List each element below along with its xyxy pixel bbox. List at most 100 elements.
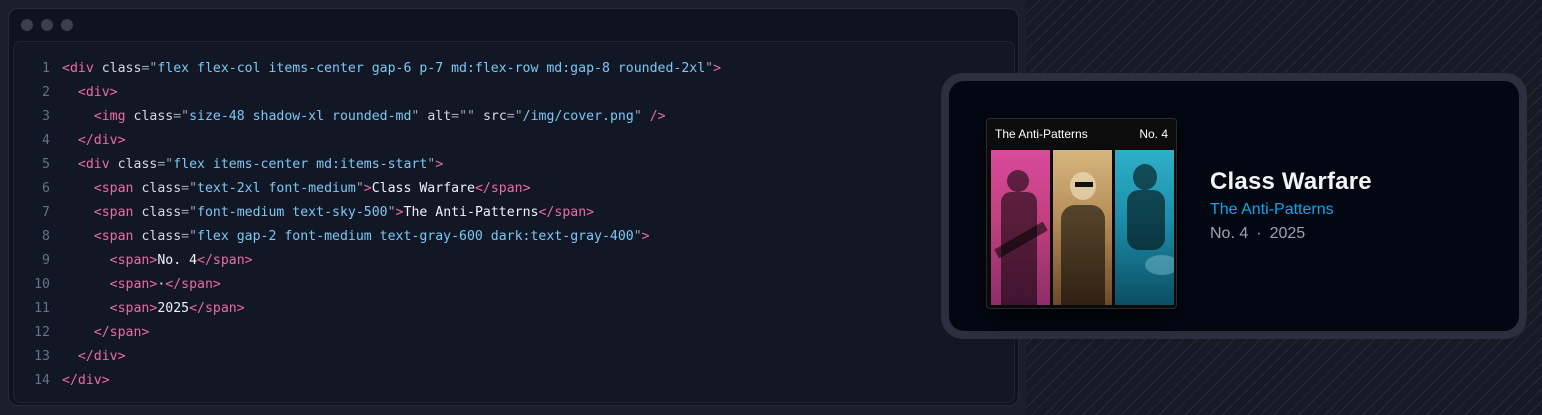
attr-name: class [141, 229, 182, 244]
cover-header: The Anti-Patterns No. 4 [987, 119, 1176, 149]
window-controls [21, 19, 73, 33]
line-number: 4 [42, 133, 50, 148]
code-content: <span>No. 4</span> [62, 249, 253, 273]
code-content: </span> [62, 321, 150, 345]
close-tag-name: span [204, 301, 237, 316]
close-tag-name: div [77, 373, 102, 388]
code-line[interactable]: 12 </span> [14, 321, 721, 345]
tag-name: div [69, 61, 94, 76]
maximize-dot-icon[interactable] [61, 19, 73, 31]
line-number: 5 [42, 157, 50, 172]
album-number: No. 4 [1210, 225, 1249, 242]
code-content: </div> [62, 345, 126, 369]
code-line[interactable]: 2 <div> [14, 81, 721, 105]
code-editor-window: 1 <div class="flex flex-col items-center … [8, 8, 1019, 406]
line-number: 8 [42, 229, 50, 244]
code-content: <span class="text-2xl font-medium">Class… [62, 177, 531, 201]
close-tag-name: div [93, 133, 118, 148]
code-content: </div> [62, 129, 126, 153]
album-artist: The Anti-Patterns [1210, 201, 1334, 218]
album-title: Class Warfare [1210, 168, 1372, 195]
line-number: 3 [42, 109, 50, 124]
code-line[interactable]: 8 <span class="flex gap-2 font-medium te… [14, 225, 721, 249]
code-content: <span class="flex gap-2 font-medium text… [62, 225, 650, 249]
attr-name: class [117, 157, 158, 172]
attr-value: size-48 shadow-xl rounded-md [189, 109, 412, 124]
attr-name: class [141, 205, 182, 220]
text-content: Class Warfare [371, 181, 475, 196]
code-line[interactable]: 6 <span class="text-2xl font-medium">Cla… [14, 177, 721, 201]
close-dot-icon[interactable] [21, 19, 33, 31]
code-content: <span>2025</span> [62, 297, 245, 321]
code-content: </div> [62, 373, 110, 388]
line-number: 13 [34, 349, 50, 364]
code-content: <span class="font-medium text-sky-500">T… [62, 201, 594, 225]
code-line[interactable]: 10 <span>·</span> [14, 273, 721, 297]
attr-value: flex flex-col items-center gap-6 p-7 md:… [157, 61, 706, 76]
line-number: 7 [42, 205, 50, 220]
tag-name: span [101, 181, 134, 196]
line-number: 9 [42, 253, 50, 268]
code-content: <div class="flex flex-col items-center g… [62, 61, 722, 76]
album-year: 2025 [1269, 225, 1306, 242]
code-line[interactable]: 5 <div class="flex items-center md:items… [14, 153, 721, 177]
code-content: <img class="size-48 shadow-xl rounded-md… [62, 105, 666, 129]
tag-name: div [85, 85, 110, 100]
attr-value: flex items-center md:items-start [173, 157, 428, 172]
close-tag-name: span [181, 277, 213, 292]
code-line[interactable]: 4 </div> [14, 129, 721, 153]
tag-name: span [117, 253, 150, 268]
cover-panel-guitarist [991, 150, 1050, 305]
line-number: 2 [42, 85, 50, 100]
code-panel[interactable]: 1 <div class="flex flex-col items-center … [13, 41, 1015, 403]
code-line[interactable]: 9 <span>No. 4</span> [14, 249, 721, 273]
line-number: 10 [34, 277, 50, 292]
code-line[interactable]: 7 <span class="font-medium text-sky-500"… [14, 201, 721, 225]
line-number: 1 [42, 61, 50, 76]
close-tag-name: span [490, 181, 523, 196]
minimize-dot-icon[interactable] [41, 19, 53, 31]
attr-value: /img/cover.png [522, 109, 634, 124]
code-block[interactable]: 1 <div class="flex flex-col items-center … [14, 57, 721, 393]
cover-band-name: The Anti-Patterns [995, 127, 1088, 141]
close-tag-name: span [109, 325, 142, 340]
tag-name: span [117, 277, 150, 292]
meta-separator: · [1256, 225, 1262, 242]
attr-name: class [141, 181, 182, 196]
line-number: 12 [34, 325, 50, 340]
album-meta: No. 4 · 2025 [1210, 223, 1372, 245]
text-content: 2025 [157, 301, 190, 316]
preview-frame: The Anti-Patterns No. 4 Class Warfare Th… [941, 73, 1527, 339]
tag-name: span [101, 205, 134, 220]
code-line[interactable]: 3 <img class="size-48 shadow-xl rounded-… [14, 105, 721, 129]
code-content: <div> [62, 81, 118, 105]
cover-panel-drummer [1115, 150, 1174, 305]
attr-name: alt [427, 109, 452, 124]
code-line[interactable]: 11 <span>2025</span> [14, 297, 721, 321]
text-content: No. 4 [157, 253, 198, 268]
preview-card: The Anti-Patterns No. 4 Class Warfare Th… [949, 81, 1519, 331]
tag-name: span [117, 301, 150, 316]
attr-value: font-medium text-sky-500 [197, 205, 388, 220]
code-line[interactable]: 14 </div> [14, 369, 721, 393]
album-cover-image: The Anti-Patterns No. 4 [986, 118, 1177, 309]
tag-name: img [101, 109, 126, 124]
album-info: Class Warfare The Anti-Patterns No. 4 · … [1210, 167, 1372, 245]
line-number: 14 [34, 373, 50, 388]
line-number: 6 [42, 181, 50, 196]
close-tag-name: span [212, 253, 245, 268]
cover-issue: No. 4 [1139, 127, 1168, 141]
close-tag-name: span [554, 205, 587, 220]
close-tag-name: div [93, 349, 118, 364]
code-line[interactable]: 1 <div class="flex flex-col items-center … [14, 57, 721, 81]
code-line[interactable]: 13 </div> [14, 345, 721, 369]
cover-panel-singer [1053, 150, 1112, 305]
